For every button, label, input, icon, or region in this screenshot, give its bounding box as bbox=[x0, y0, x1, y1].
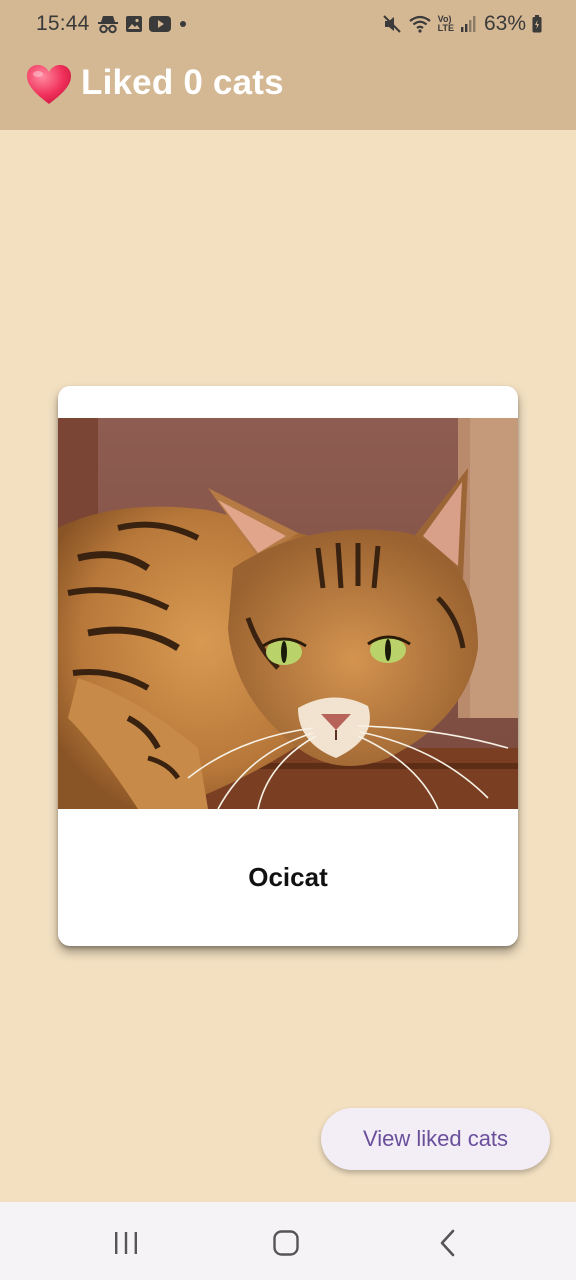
system-icons: Vo) LTE 63% bbox=[382, 12, 542, 36]
mute-icon bbox=[382, 15, 401, 33]
signal-icon bbox=[460, 16, 476, 32]
battery-percent: 63% bbox=[483, 12, 526, 35]
system-navigation-bar bbox=[0, 1202, 576, 1280]
notification-icons bbox=[97, 14, 189, 34]
wifi-icon bbox=[408, 15, 431, 33]
volte-icon: Vo) LTE bbox=[438, 15, 454, 33]
cat-breed-name: Ocicat bbox=[248, 862, 328, 892]
status-time: 15:44 bbox=[36, 12, 90, 35]
cat-card[interactable]: Ocicat bbox=[58, 386, 518, 946]
battery-icon bbox=[532, 15, 542, 33]
back-icon[interactable] bbox=[433, 1228, 463, 1258]
status-bar: 15:44 Vo) LTE 63% bbox=[0, 0, 576, 48]
home-icon[interactable] bbox=[271, 1228, 301, 1258]
app-bar: Liked 0 cats bbox=[0, 48, 576, 130]
view-liked-cats-button[interactable]: View liked cats bbox=[321, 1108, 550, 1170]
heart-icon bbox=[27, 65, 71, 104]
cat-photo bbox=[58, 418, 518, 809]
dot-icon bbox=[180, 21, 186, 27]
youtube-icon bbox=[149, 16, 171, 32]
gallery-icon bbox=[126, 16, 142, 32]
liked-count-title: Liked 0 cats bbox=[81, 63, 284, 102]
recents-icon[interactable] bbox=[111, 1228, 141, 1258]
view-liked-cats-label: View liked cats bbox=[362, 1126, 509, 1151]
incognito-icon bbox=[98, 16, 118, 34]
lte-label: LTE bbox=[437, 23, 454, 33]
